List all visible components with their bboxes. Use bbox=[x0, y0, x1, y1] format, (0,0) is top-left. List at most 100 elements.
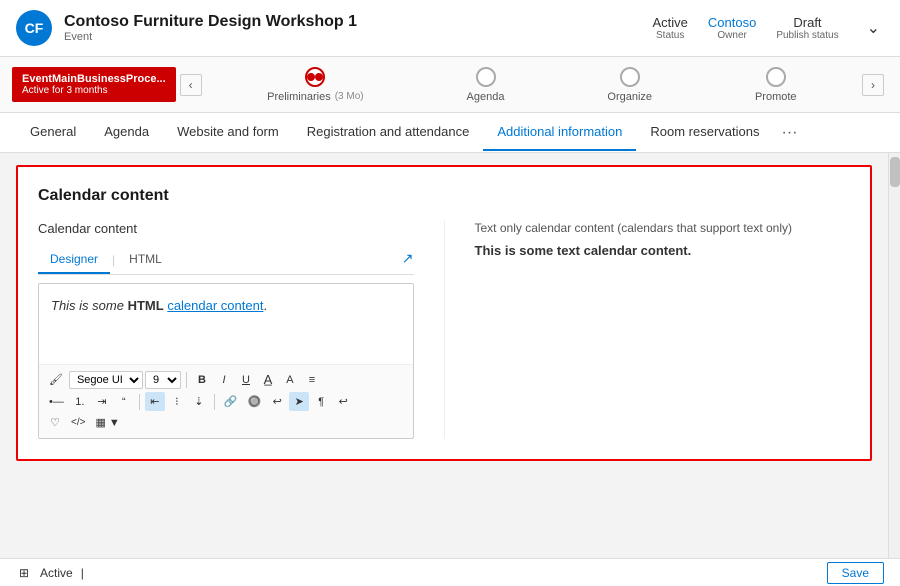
text-only-label: Text only calendar content (calendars th… bbox=[475, 221, 851, 235]
process-item[interactable]: EventMainBusinessProce... Active for 3 m… bbox=[12, 67, 176, 102]
toolbar-font-select[interactable]: Segoe UI bbox=[69, 371, 143, 389]
process-name: EventMainBusinessProce... bbox=[22, 73, 166, 85]
toolbar-heart-button[interactable]: ♡ bbox=[45, 413, 65, 432]
toolbar-justify-button[interactable]: ≡ bbox=[302, 371, 322, 389]
tab-room-reservations[interactable]: Room reservations bbox=[636, 114, 773, 151]
owner-meta: Contoso Owner bbox=[708, 15, 756, 41]
header-chevron-button[interactable]: ⌄ bbox=[863, 14, 884, 42]
calendar-content-card: Calendar content Calendar content Design… bbox=[16, 165, 872, 461]
header-meta: Active Status Contoso Owner Draft Publis… bbox=[653, 15, 839, 41]
toolbar-row-2: •— 1. ⇥ “ ⇤ ⁝ ⇣ 🔗 🔘 bbox=[45, 392, 407, 411]
status-grid-icon[interactable]: ⊞ bbox=[16, 565, 32, 581]
page-title: Contoso Furniture Design Workshop 1 bbox=[64, 13, 357, 31]
toolbar-indent-button[interactable]: ⇥ bbox=[92, 392, 112, 411]
header-left: CF Contoso Furniture Design Workshop 1 E… bbox=[16, 10, 357, 46]
toolbar-unlink-button[interactable]: 🔘 bbox=[244, 392, 266, 411]
step-promote[interactable]: Promote bbox=[755, 67, 797, 103]
editor-tab-separator: | bbox=[110, 253, 117, 267]
tab-registration-attendance[interactable]: Registration and attendance bbox=[293, 114, 484, 151]
toolbar-size-select[interactable]: 9 bbox=[145, 371, 181, 389]
editor-text-italic: This is some bbox=[51, 298, 128, 313]
side-scrollbar[interactable] bbox=[888, 153, 900, 558]
toolbar-align-right-button[interactable]: ⇣ bbox=[189, 392, 209, 411]
editor-toolbar: 🖌 Segoe UI 9 B I U bbox=[39, 364, 413, 438]
status-bar: ⊞ Active | Save bbox=[0, 558, 900, 586]
step-label-preliminaries: Preliminaries bbox=[267, 91, 331, 103]
step-circle-agenda bbox=[476, 67, 496, 87]
editor-tabs: Designer | HTML ↗ bbox=[38, 246, 414, 275]
toolbar-underline-button[interactable]: U bbox=[236, 371, 256, 389]
progress-next-button[interactable]: › bbox=[862, 74, 884, 96]
app-header: CF Contoso Furniture Design Workshop 1 E… bbox=[0, 0, 900, 57]
status-separator: | bbox=[81, 566, 84, 580]
steps-container: Preliminaries (3 Mo) Agenda Organize Pro… bbox=[206, 67, 858, 103]
publish-label: Publish status bbox=[776, 30, 838, 41]
step-agenda[interactable]: Agenda bbox=[467, 67, 505, 103]
owner-label: Owner bbox=[717, 30, 746, 41]
toolbar-ol-button[interactable]: 1. bbox=[70, 393, 90, 411]
step-sublabel-preliminaries: (3 Mo) bbox=[335, 91, 364, 102]
editor-tab-html[interactable]: HTML bbox=[117, 246, 174, 274]
toolbar-align-center-button[interactable]: ⁝ bbox=[167, 392, 187, 411]
toolbar-highlight-button[interactable]: A̲ bbox=[258, 369, 278, 390]
editor-text-bold: HTML bbox=[128, 298, 164, 313]
toolbar-italic-button[interactable]: I bbox=[214, 371, 234, 389]
status-label: Status bbox=[656, 30, 684, 41]
card-content-layout: Calendar content Designer | HTML ↗ This … bbox=[38, 221, 850, 439]
page-subtitle: Event bbox=[64, 31, 357, 43]
toolbar-font-color-button[interactable]: A bbox=[280, 371, 300, 389]
main-wrapper: Calendar content Calendar content Design… bbox=[0, 153, 900, 558]
step-label-agenda: Agenda bbox=[467, 91, 505, 103]
editor-tab-designer[interactable]: Designer bbox=[38, 246, 110, 274]
header-right: Active Status Contoso Owner Draft Publis… bbox=[653, 14, 885, 42]
editor-text-link[interactable]: calendar content bbox=[167, 298, 263, 313]
toolbar-brush-button[interactable]: 🖌 bbox=[45, 370, 67, 389]
toolbar-row-3: ♡ </> ▦ ▼ bbox=[45, 413, 407, 432]
toolbar-special-button[interactable]: ➤ bbox=[289, 392, 309, 411]
toolbar-back-link-button[interactable]: ↩ bbox=[267, 392, 287, 411]
tab-additional-information[interactable]: Additional information bbox=[483, 114, 636, 151]
toolbar-source-button[interactable]: </> bbox=[67, 414, 89, 431]
card-left-section: Calendar content Designer | HTML ↗ This … bbox=[38, 221, 444, 439]
status-value: Active bbox=[653, 15, 688, 30]
progress-bar: EventMainBusinessProce... Active for 3 m… bbox=[0, 57, 900, 113]
status-meta: Active Status bbox=[653, 15, 688, 41]
toolbar-ul-button[interactable]: •— bbox=[45, 393, 68, 411]
scrollbar-thumb[interactable] bbox=[890, 157, 900, 187]
process-sub: Active for 3 months bbox=[22, 85, 166, 96]
tab-more-button[interactable]: ··· bbox=[773, 114, 805, 152]
step-circle-organize bbox=[620, 67, 640, 87]
toolbar-sep-3 bbox=[214, 394, 215, 410]
save-button[interactable]: Save bbox=[827, 562, 884, 584]
calendar-content-label: Calendar content bbox=[38, 221, 414, 236]
tab-agenda[interactable]: Agenda bbox=[90, 114, 163, 151]
toolbar-row-1: 🖌 Segoe UI 9 B I U bbox=[45, 369, 407, 390]
toolbar-quote-button[interactable]: “ bbox=[114, 393, 134, 411]
toolbar-sep-2 bbox=[139, 394, 140, 410]
header-title-block: Contoso Furniture Design Workshop 1 Even… bbox=[64, 13, 357, 43]
card-right-section: Text only calendar content (calendars th… bbox=[444, 221, 851, 439]
step-circle-preliminaries bbox=[305, 67, 325, 87]
tab-website-form[interactable]: Website and form bbox=[163, 114, 293, 151]
main-content: Calendar content Calendar content Design… bbox=[0, 153, 888, 558]
editor-text-period: . bbox=[263, 298, 267, 313]
step-organize[interactable]: Organize bbox=[607, 67, 652, 103]
progress-prev-button[interactable]: ‹ bbox=[180, 74, 202, 96]
publish-value: Draft bbox=[793, 15, 821, 30]
toolbar-bold-button[interactable]: B bbox=[192, 371, 212, 389]
toolbar-align-left-button[interactable]: ⇤ bbox=[145, 392, 165, 411]
step-preliminaries[interactable]: Preliminaries (3 Mo) bbox=[267, 67, 363, 103]
toolbar-table-button[interactable]: ▦ ▼ bbox=[91, 413, 123, 432]
editor-body[interactable]: This is some HTML calendar content. bbox=[39, 284, 413, 364]
step-circle-promote bbox=[766, 67, 786, 87]
toolbar-undo-button[interactable]: ↩ bbox=[333, 392, 353, 411]
status-left: ⊞ Active | bbox=[16, 565, 84, 581]
expand-icon[interactable]: ↗ bbox=[402, 250, 414, 267]
toolbar-paragraph-button[interactable]: ¶ bbox=[311, 393, 331, 411]
toolbar-link-button[interactable]: 🔗 bbox=[220, 392, 242, 411]
status-text: Active bbox=[40, 566, 73, 580]
publish-meta: Draft Publish status bbox=[776, 15, 838, 41]
avatar: CF bbox=[16, 10, 52, 46]
tab-general[interactable]: General bbox=[16, 114, 90, 151]
rich-text-editor[interactable]: This is some HTML calendar content. 🖌 Se… bbox=[38, 283, 414, 439]
